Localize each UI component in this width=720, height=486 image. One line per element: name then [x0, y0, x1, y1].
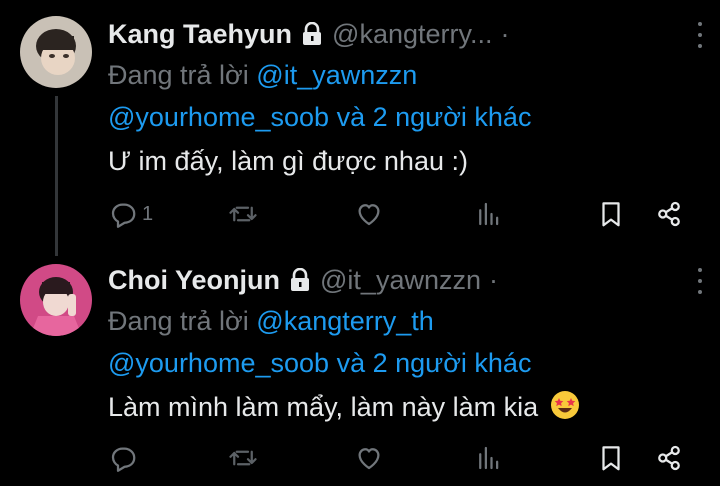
share-button[interactable] — [654, 440, 684, 476]
more-icon[interactable] — [690, 268, 710, 294]
separator-dot: · — [500, 18, 510, 49]
like-button[interactable] — [354, 196, 384, 232]
user-handle[interactable]: @it_yawnzzn — [320, 265, 481, 296]
reply-mention-link[interactable]: @it_yawnzzn — [256, 60, 417, 90]
bookmark-button[interactable] — [596, 440, 626, 476]
replying-to: Đang trả lời @it_yawnzzn — [108, 54, 700, 96]
reply-icon — [108, 199, 138, 229]
action-bar: 1 — [108, 196, 692, 232]
tweet[interactable]: Choi Yeonjun @it_yawnzzn · Đang trả lời … — [0, 250, 720, 486]
display-name[interactable]: Kang Taehyun — [108, 19, 292, 50]
display-name[interactable]: Choi Yeonjun — [108, 265, 280, 296]
bookmark-icon — [596, 443, 626, 473]
star-struck-emoji — [550, 390, 580, 432]
lock-icon — [302, 21, 322, 46]
tweet-text: Làm mình làm mẩy, làm này làm kia — [108, 386, 700, 432]
reply-count: 1 — [142, 202, 154, 225]
tweet[interactable]: Kang Taehyun @kangterry... · Đang trả lờ… — [0, 0, 720, 250]
share-icon — [654, 443, 684, 473]
replying-to-prefix: Đang trả lời — [108, 60, 249, 90]
replying-to-others: @yourhome_soob và 2 người khác — [108, 96, 700, 138]
bookmark-button[interactable] — [596, 196, 626, 232]
views-icon — [474, 443, 504, 473]
views-icon — [474, 199, 504, 229]
tweet-text: Ư im đấy, làm gì được nhau :) — [108, 146, 468, 176]
bookmark-icon — [596, 199, 626, 229]
lock-icon — [290, 267, 310, 292]
retweet-button[interactable] — [228, 440, 258, 476]
reply-mention-link[interactable]: @kangterry_th — [256, 306, 434, 336]
retweet-icon — [228, 199, 258, 229]
reply-icon — [108, 443, 138, 473]
replying-to: Đang trả lời @kangterry_th — [108, 300, 700, 342]
reply-others-link[interactable]: và 2 người khác — [337, 102, 532, 132]
retweet-button[interactable] — [228, 196, 258, 232]
replying-to-others: @yourhome_soob và 2 người khác — [108, 342, 700, 384]
like-button[interactable] — [354, 440, 384, 476]
reply-mention-link[interactable]: @yourhome_soob — [108, 348, 329, 378]
avatar[interactable] — [20, 16, 92, 88]
user-handle[interactable]: @kangterry... — [332, 19, 492, 50]
reply-others-link[interactable]: và 2 người khác — [337, 348, 532, 378]
replying-to-prefix: Đang trả lời — [108, 306, 249, 336]
views-button[interactable] — [474, 440, 504, 476]
share-button[interactable] — [654, 196, 684, 232]
tweet-text-content: Làm mình làm mẩy, làm này làm kia — [108, 392, 539, 422]
reply-button[interactable]: 1 — [108, 196, 153, 232]
share-icon — [654, 199, 684, 229]
avatar[interactable] — [20, 264, 92, 336]
like-icon — [354, 443, 384, 473]
views-button[interactable] — [474, 196, 504, 232]
reply-mention-link[interactable]: @yourhome_soob — [108, 102, 329, 132]
more-icon[interactable] — [690, 22, 710, 48]
retweet-icon — [228, 443, 258, 473]
separator-dot: · — [489, 264, 498, 295]
action-bar — [108, 440, 692, 476]
reply-button[interactable] — [108, 440, 142, 476]
like-icon — [354, 199, 384, 229]
